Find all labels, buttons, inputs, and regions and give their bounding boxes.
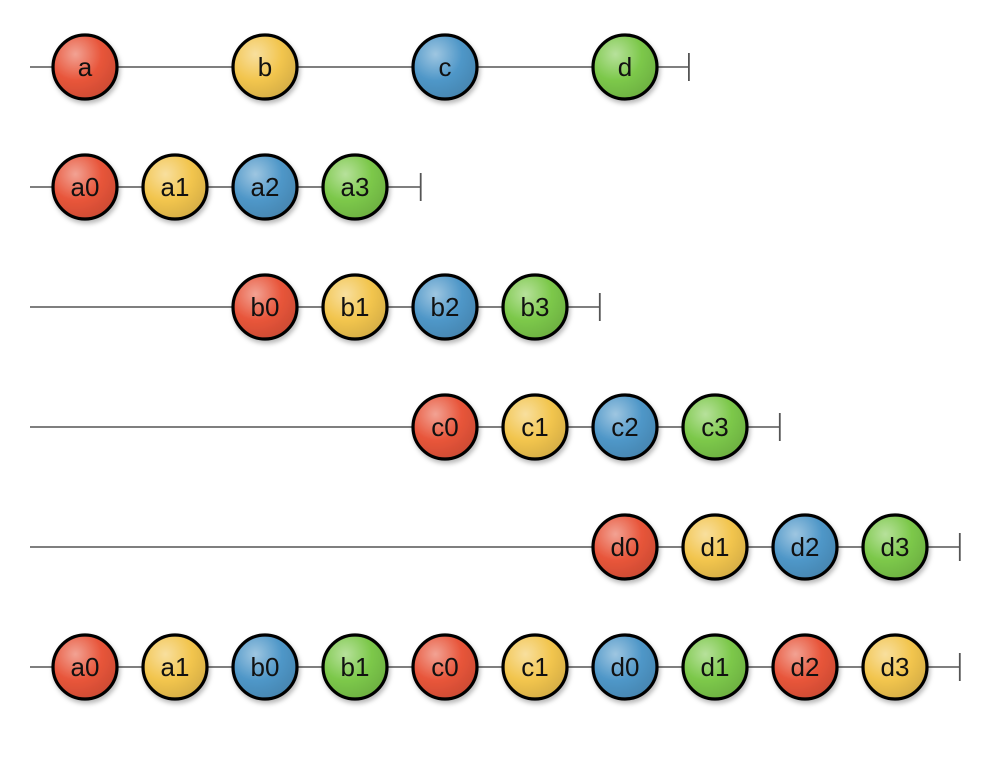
marble-label: b: [258, 52, 272, 82]
marble-label: a: [78, 52, 93, 82]
marble-c3: c3: [681, 393, 749, 461]
marble-label: b3: [521, 292, 550, 322]
marble-label: d2: [791, 652, 820, 682]
marble-label: d1: [701, 652, 730, 682]
marble-label: a0: [71, 172, 100, 202]
marble-d2: d2: [771, 513, 839, 581]
timeline-inner-b: b0 b1 b2 b3: [30, 273, 601, 341]
marble-b0: b0: [231, 633, 299, 701]
marble-b2: b2: [411, 273, 479, 341]
marble-d2: d2: [771, 633, 839, 701]
marble-label: c2: [611, 412, 638, 442]
marble-d: d: [591, 33, 659, 101]
marble-a0: a0: [51, 633, 119, 701]
marble-label: a1: [161, 172, 190, 202]
marble-c0: c0: [411, 393, 479, 461]
marble-d1: d1: [681, 633, 749, 701]
marble-d0: d0: [591, 513, 659, 581]
marble-label: c0: [431, 652, 458, 682]
marble-a1: a1: [141, 633, 209, 701]
marble-d1: d1: [681, 513, 749, 581]
marble-c1: c1: [501, 633, 569, 701]
marble-b1: b1: [321, 273, 389, 341]
marble-label: d3: [881, 532, 910, 562]
marble-c0: c0: [411, 633, 479, 701]
timeline-inner-a: a0 a1 a2 a3: [30, 153, 422, 221]
marble-label: c0: [431, 412, 458, 442]
marble-label: c1: [521, 652, 548, 682]
marble-label: b0: [251, 652, 280, 682]
marble-b0: b0: [231, 273, 299, 341]
timeline-inner-c: c0 c1 c2 c3: [30, 393, 781, 461]
marble-label: a1: [161, 652, 190, 682]
marble-a: a: [51, 33, 119, 101]
marble-label: b1: [341, 292, 370, 322]
marble-d0: d0: [591, 633, 659, 701]
marble-c1: c1: [501, 393, 569, 461]
marble-d3: d3: [861, 513, 929, 581]
marble-label: c3: [701, 412, 728, 442]
marble-a2: a2: [231, 153, 299, 221]
marble-label: d2: [791, 532, 820, 562]
marble-label: b0: [251, 292, 280, 322]
marble-a0: a0: [51, 153, 119, 221]
marble-c2: c2: [591, 393, 659, 461]
marble-b1: b1: [321, 633, 389, 701]
marble-a3: a3: [321, 153, 389, 221]
marble-label: d0: [611, 532, 640, 562]
marble-label: d0: [611, 652, 640, 682]
marble-b: b: [231, 33, 299, 101]
marble-label: a0: [71, 652, 100, 682]
marble-label: c1: [521, 412, 548, 442]
marble-c: c: [411, 33, 479, 101]
marble-label: a3: [341, 172, 370, 202]
marble-label: b1: [341, 652, 370, 682]
marble-label: b2: [431, 292, 460, 322]
marble-d3: d3: [861, 633, 929, 701]
timeline-inner-d: d0 d1 d2 d3: [30, 513, 961, 581]
marble-b3: b3: [501, 273, 569, 341]
marble-label: d1: [701, 532, 730, 562]
marble-label: d3: [881, 652, 910, 682]
marble-label: d: [618, 52, 632, 82]
timeline-output: a0 a1 b0 b1 c0 c1 d0 d1 d2 d3: [30, 633, 961, 701]
timeline-source: a b c d: [30, 33, 690, 101]
marble-label: a2: [251, 172, 280, 202]
marble-diagram: a b c d a0 a1 a2 a3 b0 b1 b2 b3 c0 c1 c2 c3 d0 d1 d2 d3 a0 a1…: [30, 33, 961, 701]
marble-label: c: [439, 52, 452, 82]
marble-a1: a1: [141, 153, 209, 221]
